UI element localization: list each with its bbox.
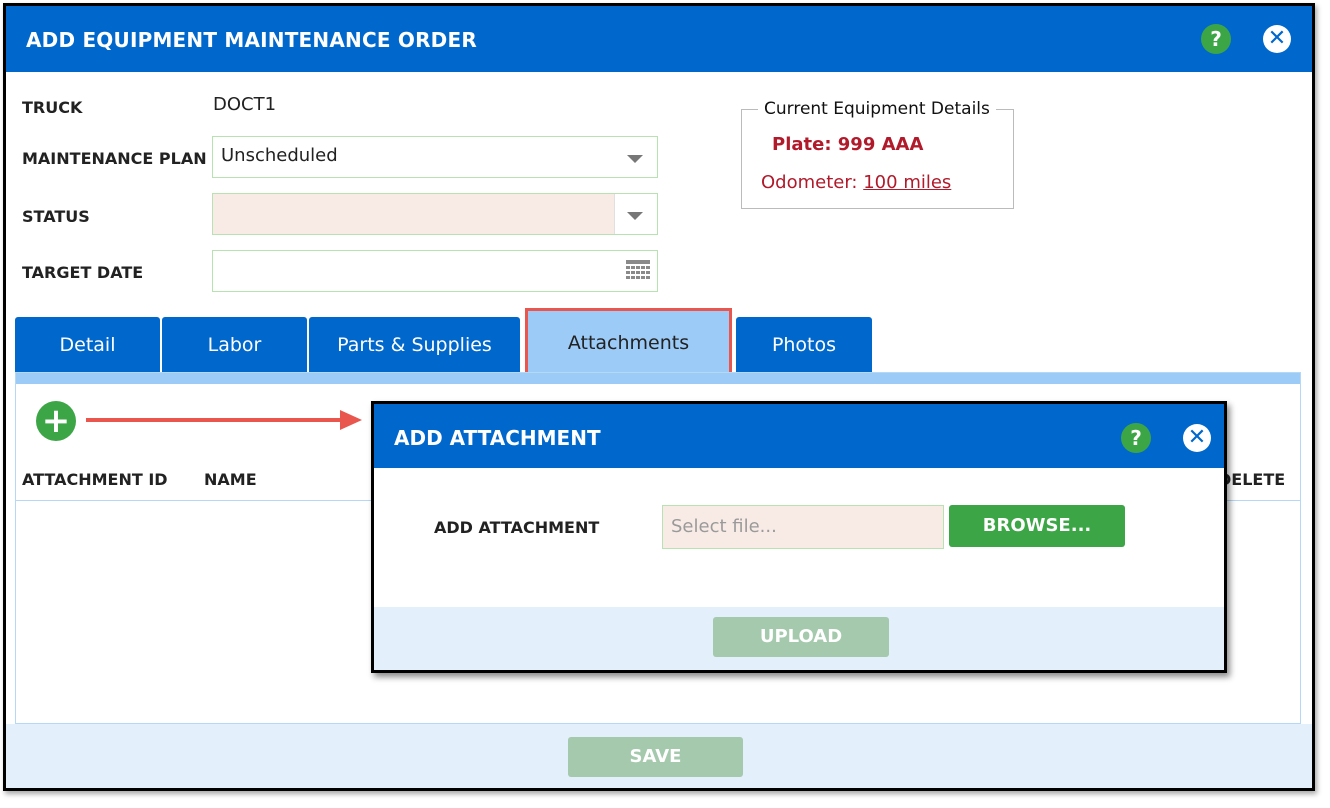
maintenance-plan-select[interactable]: Unscheduled	[212, 136, 658, 178]
column-name[interactable]: NAME	[204, 470, 257, 489]
tab-parts-supplies[interactable]: Parts & Supplies	[309, 317, 520, 373]
dialog-title: ADD ATTACHMENT	[394, 426, 601, 450]
help-icon[interactable]: ?	[1201, 24, 1231, 54]
tab-strip	[16, 373, 1300, 384]
maintenance-order-window: ADD EQUIPMENT MAINTENANCE ORDER ? ✕ TRUC…	[3, 3, 1315, 791]
truck-label: TRUCK	[22, 98, 83, 117]
dialog-field-label: ADD ATTACHMENT	[434, 518, 600, 537]
dialog-titlebar: ADD ATTACHMENT ? ✕	[374, 404, 1224, 468]
save-button[interactable]: SAVE	[568, 737, 743, 777]
file-input[interactable]: Select file...	[662, 505, 944, 549]
help-icon[interactable]: ?	[1121, 423, 1151, 453]
target-date-input[interactable]	[212, 250, 658, 292]
dialog-footer: UPLOAD	[374, 607, 1224, 670]
truck-value: DOCT1	[213, 94, 277, 115]
maintenance-plan-value: Unscheduled	[221, 145, 338, 166]
status-select[interactable]	[212, 193, 658, 235]
odometer-link[interactable]: 100 miles	[863, 172, 951, 193]
close-icon[interactable]: ✕	[1263, 25, 1291, 53]
odometer: Odometer: 100 miles	[761, 172, 951, 193]
equipment-details-legend: Current Equipment Details	[764, 99, 990, 119]
plate-text: Plate: 999 AAA	[772, 134, 924, 155]
tab-labor[interactable]: Labor	[162, 317, 307, 373]
arrow-right-icon	[86, 410, 362, 430]
maintenance-plan-label: MAINTENANCE PLAN	[22, 149, 207, 168]
window-titlebar: ADD EQUIPMENT MAINTENANCE ORDER ? ✕	[6, 6, 1312, 72]
window-footer: SAVE	[6, 724, 1312, 788]
column-delete[interactable]: DELETE	[1218, 470, 1285, 489]
odometer-label: Odometer:	[761, 172, 858, 193]
window-title: ADD EQUIPMENT MAINTENANCE ORDER	[26, 28, 477, 52]
chevron-down-icon[interactable]	[627, 212, 643, 220]
tab-detail[interactable]: Detail	[15, 317, 160, 373]
upload-button[interactable]: UPLOAD	[713, 617, 889, 657]
column-attachment-id[interactable]: ATTACHMENT ID	[22, 470, 168, 489]
tab-photos[interactable]: Photos	[736, 317, 872, 373]
add-attachment-dialog: ADD ATTACHMENT ? ✕ ADD ATTACHMENT Select…	[371, 401, 1227, 673]
status-label: STATUS	[22, 207, 90, 226]
target-date-label: TARGET DATE	[22, 263, 144, 282]
tab-attachments[interactable]: Attachments	[525, 308, 732, 381]
chevron-down-icon[interactable]	[627, 155, 643, 163]
browse-button[interactable]: BROWSE...	[949, 505, 1125, 547]
add-attachment-button[interactable]: +	[36, 401, 76, 441]
close-icon[interactable]: ✕	[1183, 424, 1211, 452]
file-input-placeholder: Select file...	[671, 516, 777, 537]
calendar-icon[interactable]	[625, 259, 651, 283]
